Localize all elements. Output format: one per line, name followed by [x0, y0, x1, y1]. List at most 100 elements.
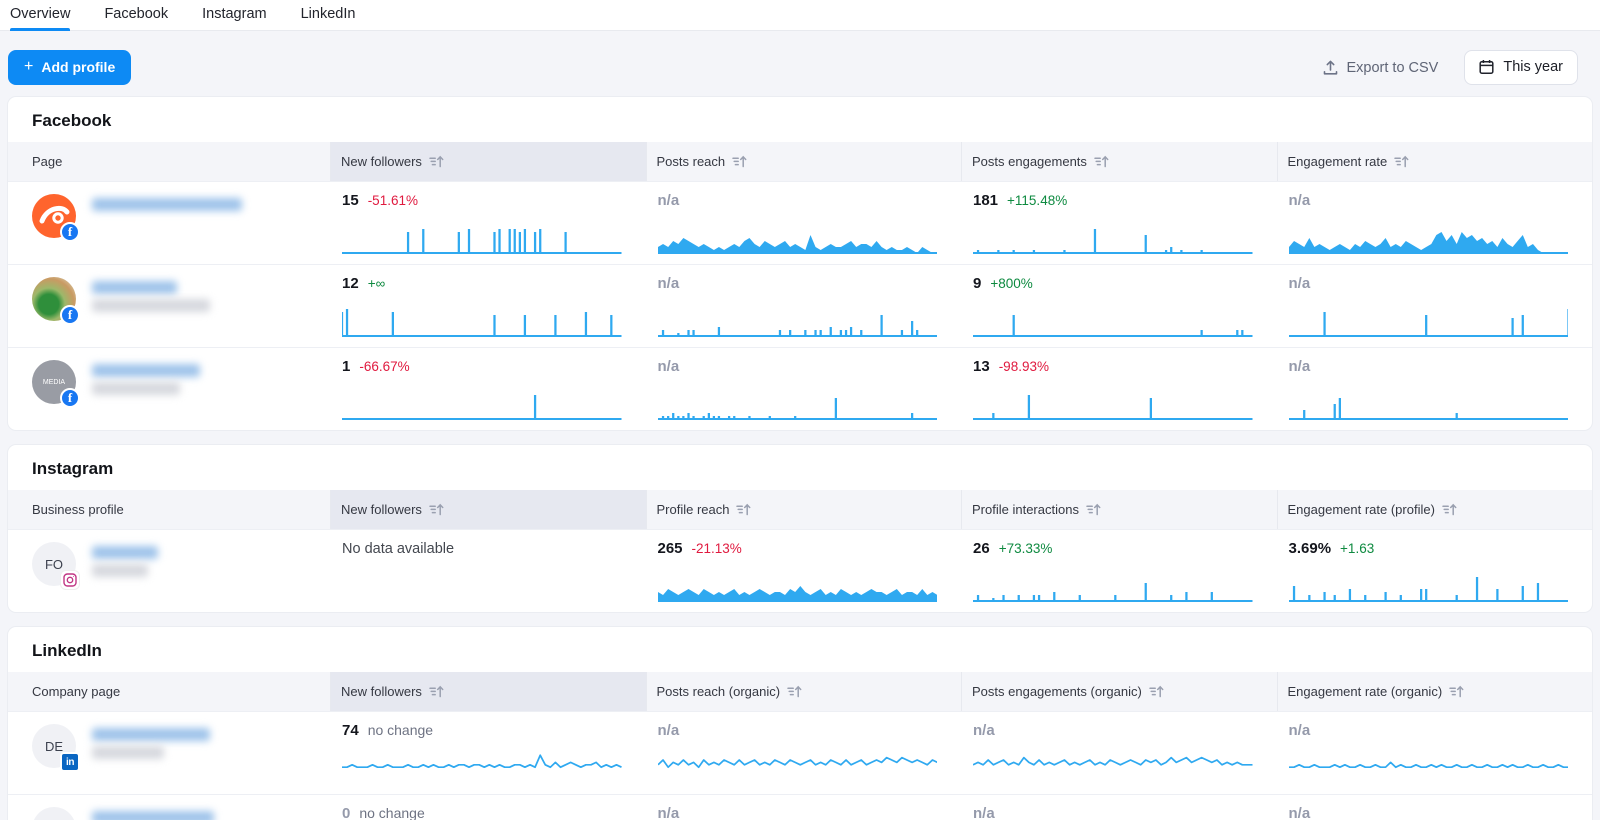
sort-icon	[1394, 155, 1410, 168]
blurred-name-line	[92, 811, 214, 820]
metric-value: n/a	[973, 722, 995, 739]
metric-cell: 9 +800%	[961, 265, 1277, 347]
table-row[interactable]: FO No data available265-21.13%26+73.33%3…	[8, 529, 1592, 612]
metric-value: 1	[342, 358, 350, 375]
sparkline-chart	[1289, 562, 1569, 604]
page-cell: FO	[8, 530, 330, 612]
sparkline-chart	[658, 214, 938, 256]
tab-facebook[interactable]: Facebook	[104, 0, 168, 30]
profile-name-blurred	[92, 194, 242, 211]
metric-value: 26	[973, 540, 990, 557]
metric-column-header[interactable]: New followers	[330, 142, 646, 181]
section-title: Instagram	[8, 445, 1592, 490]
metric-cell: 15-51.61%	[330, 182, 646, 264]
table-row[interactable]: f 12+∞ n/a 9 +800% n/a	[8, 264, 1592, 347]
sparkline-chart	[342, 744, 622, 786]
sort-icon	[429, 155, 445, 168]
metric-column-header[interactable]: Posts engagements	[961, 142, 1277, 181]
metric-value: 9	[973, 275, 981, 292]
blurred-name-line	[92, 546, 158, 559]
page-cell: DE in	[8, 712, 330, 794]
profile-avatar: MEDIA f	[32, 360, 76, 404]
facebook-badge-icon: f	[60, 388, 80, 408]
metric-column-header[interactable]: Posts reach	[646, 142, 962, 181]
entity-column-header: Company page	[8, 672, 330, 711]
metric-cell: 1-66.67%	[330, 348, 646, 430]
add-profile-label: Add profile	[41, 59, 115, 75]
metric-column-header[interactable]: New followers	[330, 672, 646, 711]
metric-value: 181	[973, 192, 998, 209]
metric-column-header[interactable]: New followers	[330, 490, 646, 529]
tab-linkedin[interactable]: LinkedIn	[301, 0, 356, 30]
table-row[interactable]: OP in 0 no change n/a n/a n/a	[8, 794, 1592, 820]
sparkline-chart	[658, 380, 938, 422]
metric-column-header[interactable]: Profile reach	[646, 490, 962, 529]
metric-change: no change	[368, 722, 433, 738]
tab-overview[interactable]: Overview	[10, 0, 70, 30]
page-cell: MEDIA f	[8, 348, 330, 430]
metric-column-header[interactable]: Posts engagements (organic)	[961, 672, 1277, 711]
column-label: Posts engagements (organic)	[972, 684, 1142, 699]
column-label: New followers	[341, 502, 422, 517]
metric-column-header[interactable]: Posts reach (organic)	[646, 672, 962, 711]
toolbar: + Add profile Export to CSV This year	[0, 31, 1600, 87]
section-card: LinkedIn Company page New followers Post…	[8, 627, 1592, 820]
metric-column-header[interactable]: Engagement rate (profile)	[1277, 490, 1593, 529]
metric-cell: 26+73.33%	[961, 530, 1277, 612]
add-profile-button[interactable]: + Add profile	[8, 50, 131, 85]
table-body: DE in 74no changen/an/an/a OP in 0no cha…	[8, 711, 1592, 820]
section-title: LinkedIn	[8, 627, 1592, 672]
column-label: Posts engagements	[972, 154, 1087, 169]
column-label: New followers	[341, 154, 422, 169]
sparkline-chart	[1289, 214, 1569, 256]
metric-column-header[interactable]: Profile interactions	[961, 490, 1277, 529]
table-row[interactable]: MEDIA f 1-66.67%n/a13-98.93%n/a	[8, 347, 1592, 430]
facebook-badge-icon: f	[60, 222, 80, 242]
sparkline-chart	[973, 380, 1253, 422]
metric-cell: n/a	[1277, 265, 1593, 347]
page-cell: OP in	[8, 795, 330, 820]
sparkline-chart	[973, 562, 1253, 604]
sparkline-chart	[342, 297, 622, 339]
profile-name-blurred	[92, 277, 210, 312]
plus-icon: +	[24, 61, 33, 73]
sort-icon	[1442, 503, 1458, 516]
profile-name-blurred	[92, 807, 214, 820]
export-csv-label: Export to CSV	[1346, 60, 1438, 76]
metric-value: 0	[342, 805, 350, 820]
column-label: Engagement rate	[1288, 154, 1388, 169]
facebook-badge-icon: f	[60, 305, 80, 325]
metric-value: n/a	[658, 358, 680, 375]
export-csv-button[interactable]: Export to CSV	[1323, 60, 1438, 76]
metric-cell: n/a	[646, 265, 962, 347]
metric-cell: n/a	[961, 795, 1277, 820]
profile-name-blurred	[92, 724, 210, 759]
metric-change: no change	[359, 805, 424, 820]
metric-change: +800%	[990, 276, 1032, 291]
metric-cell: 181+115.48%	[961, 182, 1277, 264]
metric-column-header[interactable]: Engagement rate	[1277, 142, 1593, 181]
table-row[interactable]: f 15-51.61%n/a181+115.48%n/a	[8, 181, 1592, 264]
sort-icon	[787, 685, 803, 698]
sparkline-chart	[1289, 744, 1569, 786]
tab-instagram[interactable]: Instagram	[202, 0, 266, 30]
metric-change: +1.63	[1340, 541, 1374, 556]
metric-value: n/a	[658, 805, 680, 820]
metric-value: n/a	[973, 805, 995, 820]
sparkline-chart	[1289, 297, 1569, 339]
metric-value: n/a	[1289, 805, 1311, 820]
sort-icon	[1149, 685, 1165, 698]
metric-cell: 12+∞	[330, 265, 646, 347]
sparkline-chart	[973, 214, 1253, 256]
date-range-button[interactable]: This year	[1464, 50, 1578, 85]
blurred-name-line	[92, 728, 210, 741]
calendar-icon	[1479, 59, 1494, 75]
table-row[interactable]: DE in 74no changen/an/an/a	[8, 711, 1592, 794]
column-label: New followers	[341, 684, 422, 699]
metric-column-header[interactable]: Engagement rate (organic)	[1277, 672, 1593, 711]
sort-icon	[1086, 503, 1102, 516]
date-range-label: This year	[1503, 59, 1563, 75]
blurred-name-line	[92, 198, 242, 211]
sparkline-chart	[342, 214, 622, 256]
metric-value: n/a	[658, 275, 680, 292]
